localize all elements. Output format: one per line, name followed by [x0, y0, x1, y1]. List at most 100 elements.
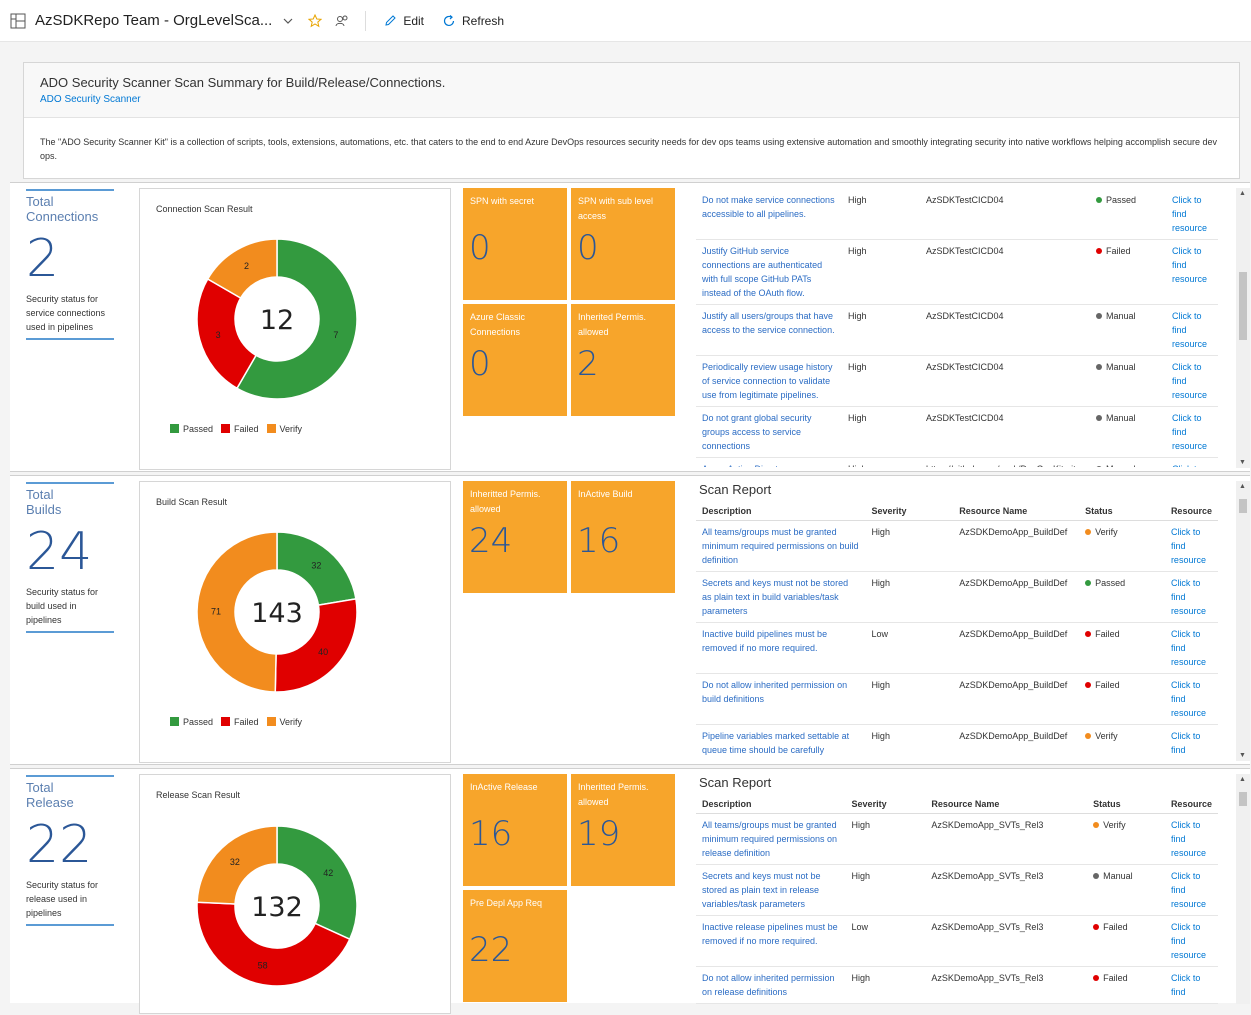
row-resource-link[interactable]: Click to find resource [1164, 915, 1218, 967]
row-resource-link[interactable]: Click to find resource [1164, 864, 1218, 916]
edit-button[interactable]: Edit [384, 14, 424, 28]
row-resource-name: AzSKDemoApp_SVTs_Rel3 [925, 864, 1088, 916]
row-severity: High [865, 571, 954, 623]
tile-inactive-build[interactable]: InActive Build 16 [571, 481, 675, 593]
column-header[interactable]: Resource [1164, 795, 1218, 814]
row-resource-link[interactable]: Click to find resource [1164, 724, 1218, 760]
row-status: Manual [1090, 355, 1166, 407]
status-dot-icon [1085, 579, 1092, 586]
row-resource-name: AzSDKDemoApp_BuildDef [953, 724, 1080, 760]
tile-pre-depl-app-req[interactable]: Pre Depl App Req 22 [463, 890, 567, 1002]
row-description[interactable]: Do not allow inherited permission on rel… [696, 966, 846, 1004]
row-resource-name: AzSDKDemoApp_BuildDef [953, 520, 1080, 572]
table-row: All teams/groups must be granted minimum… [696, 813, 1218, 865]
summary-description: The "ADO Security Scanner Kit" is a coll… [40, 137, 1217, 161]
scanner-link[interactable]: ADO Security Scanner [40, 94, 1239, 105]
total-subtitle: Security status for service connections … [26, 294, 106, 332]
row-resource-link[interactable]: Click to find resource [1166, 239, 1218, 305]
row-description[interactable]: Periodically review usage history of ser… [696, 355, 842, 407]
refresh-icon [443, 14, 455, 26]
row-description[interactable]: Azure Active Directory [696, 457, 842, 467]
scroll-thumb[interactable] [1239, 792, 1247, 806]
tile-inactive-release[interactable]: InActive Release 16 [463, 774, 567, 886]
row-resource-link[interactable]: Click to find resource [1166, 355, 1218, 407]
row-description[interactable]: Inactive release pipelines must be remov… [696, 915, 846, 967]
tile-azure-classic[interactable]: Azure Classic Connections 0 [463, 304, 567, 416]
scroll-thumb[interactable] [1239, 499, 1247, 513]
favorite-star-icon[interactable] [308, 13, 323, 28]
connection-scan-chart[interactable]: Connection Scan Result 7 3 2 12 Passed Fail… [139, 188, 451, 470]
row-status: Verify [1079, 520, 1165, 572]
legend-verify: Verify [266, 717, 302, 727]
row-status: Failed [1079, 622, 1165, 674]
tile-spn-sub-level[interactable]: SPN with sub level access 0 [571, 188, 675, 300]
row-resource-link[interactable]: Click to find resource [1164, 571, 1218, 623]
tile-spn-secret[interactable]: SPN with secret 0 [463, 188, 567, 300]
row-description[interactable]: Do not make service connections accessib… [696, 189, 842, 240]
total-builds-widget[interactable]: Total Builds 24 Security status for buil… [26, 482, 114, 633]
row-resource-name: AzSDKTestCICD04 [920, 304, 1090, 356]
total-release-widget[interactable]: Total Release 22 Security status for rel… [26, 775, 114, 926]
row-description[interactable]: All teams/groups must be granted minimum… [696, 813, 846, 865]
column-header[interactable]: Status [1079, 502, 1165, 521]
row-status: Failed [1087, 915, 1165, 967]
column-header[interactable]: Resource Name [953, 502, 1080, 521]
column-header[interactable]: Severity [865, 502, 954, 521]
row-resource-link[interactable]: Click to find resource [1164, 673, 1218, 725]
status-dot-icon [1085, 630, 1092, 637]
table-row: Justify all users/groups that have acces… [696, 304, 1218, 356]
row-description[interactable]: Justify all users/groups that have acces… [696, 304, 842, 356]
status-dot-icon [1085, 732, 1092, 739]
column-header[interactable]: Status [1087, 795, 1165, 814]
row-status: Failed [1079, 673, 1165, 725]
legend-verify: Verify [266, 424, 302, 434]
builds-scrollbar[interactable]: ▲ ▼ [1236, 481, 1250, 761]
build-scan-chart[interactable]: Build Scan Result 32 40 71 143 Passed Faile… [139, 481, 451, 763]
row-description[interactable]: Do not grant global security groups acce… [696, 406, 842, 458]
scroll-thumb[interactable] [1239, 272, 1247, 340]
row-description[interactable]: Justify GitHub service connections are a… [696, 239, 842, 305]
column-header[interactable]: Description [696, 502, 866, 521]
row-resource-link[interactable]: Click to find resource [1166, 304, 1218, 356]
chevron-down-icon[interactable] [282, 15, 294, 27]
row-resource-link[interactable]: Click to find resource [1164, 520, 1218, 572]
refresh-label: Refresh [462, 13, 505, 28]
table-row: Periodically review usage history of ser… [696, 355, 1218, 407]
row-resource-link[interactable]: Click to find [1164, 966, 1218, 1004]
row-severity: Low [865, 622, 954, 674]
row-severity: High [842, 355, 920, 407]
column-header[interactable]: Description [696, 795, 846, 814]
tile-inherited-permis[interactable]: Inheritted Permis. allowed 24 [463, 481, 567, 593]
builds-report: Scan Report Description Severity Resource … [696, 482, 1236, 760]
refresh-button[interactable]: Refresh [442, 14, 504, 28]
total-release-count: 22 [26, 815, 93, 875]
row-resource-link[interactable]: Click to [1166, 457, 1218, 467]
total-connections-widget[interactable]: Total Connections 2 Security status for … [26, 189, 114, 340]
tile-inherited-permis[interactable]: Inheritted Permis. allowed 19 [571, 774, 675, 886]
row-description[interactable]: Secrets and keys must not be stored as p… [696, 571, 866, 623]
row-description[interactable]: Inactive build pipelines must be removed… [696, 622, 866, 674]
column-header[interactable]: Severity [845, 795, 926, 814]
row-resource-link[interactable]: Click to find resource [1164, 813, 1218, 865]
row-resource-link[interactable]: Click to find resource [1166, 189, 1218, 240]
toolbar-separator [365, 10, 367, 31]
column-header[interactable]: Resource Name [925, 795, 1088, 814]
row-description[interactable]: Pipeline variables marked settable at qu… [696, 724, 866, 760]
team-members-icon[interactable] [335, 14, 349, 28]
row-resource-link[interactable]: Click to find resource [1166, 406, 1218, 458]
releases-scrollbar[interactable]: ▲ [1236, 774, 1250, 1004]
row-description[interactable]: All teams/groups must be granted minimum… [696, 520, 866, 572]
row-resource-name: AzSDKDemoApp_BuildDef [953, 571, 1080, 623]
slice-failed[interactable] [196, 277, 258, 390]
release-scan-chart[interactable]: Release Scan Result 42 58 32 132 [139, 774, 451, 1014]
status-dot-icon [1093, 872, 1100, 879]
row-severity: High [865, 673, 954, 725]
row-resource-name: AzSKDemoApp_SVTs_Rel3 [925, 915, 1088, 967]
row-resource-link[interactable]: Click to find resource [1164, 622, 1218, 674]
status-dot-icon [1096, 197, 1102, 203]
row-description[interactable]: Do not allow inherited permission on bui… [696, 673, 866, 725]
connections-scrollbar[interactable]: ▲ ▼ [1236, 188, 1250, 468]
row-description[interactable]: Secrets and keys must not be stored as p… [696, 864, 846, 916]
column-header[interactable]: Resource [1164, 502, 1218, 521]
tile-inherited-permis[interactable]: Inherited Permis. allowed 2 [571, 304, 675, 416]
